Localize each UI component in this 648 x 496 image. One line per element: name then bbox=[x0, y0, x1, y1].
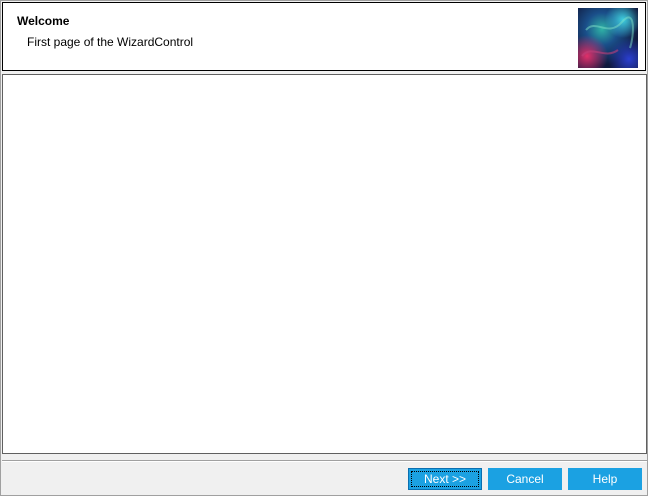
page-title: Welcome bbox=[17, 14, 70, 28]
abstract-image-icon bbox=[578, 8, 638, 68]
wizard-dialog: Welcome First page of the WizardControl bbox=[0, 0, 648, 496]
next-button-label: Next >> bbox=[423, 472, 467, 486]
next-button[interactable]: Next >> bbox=[408, 468, 482, 490]
help-button-label: Help bbox=[592, 472, 618, 486]
wizard-page-content bbox=[2, 74, 647, 454]
footer-separator bbox=[2, 460, 647, 462]
page-description: First page of the WizardControl bbox=[27, 35, 194, 49]
help-button[interactable]: Help bbox=[568, 468, 642, 490]
cancel-button[interactable]: Cancel bbox=[488, 468, 562, 490]
wizard-header: Welcome First page of the WizardControl bbox=[2, 2, 646, 71]
cancel-button-label: Cancel bbox=[506, 472, 544, 486]
header-image bbox=[578, 8, 638, 68]
